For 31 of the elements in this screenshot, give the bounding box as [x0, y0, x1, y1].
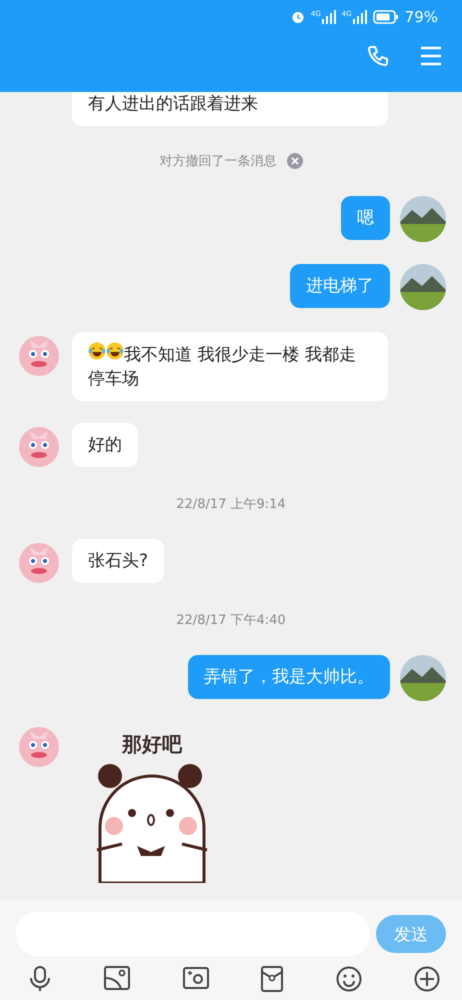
image-icon[interactable]: [104, 966, 130, 990]
avatar-image[interactable]: [400, 196, 446, 242]
message-bubble: 弄错了，我是大帅比。: [188, 655, 390, 699]
smiley-icon[interactable]: [336, 966, 362, 992]
message-bubble: 进电梯了: [290, 264, 390, 308]
plus-icon[interactable]: [414, 966, 440, 992]
camera-icon[interactable]: [182, 966, 209, 990]
close-icon[interactable]: [286, 153, 302, 169]
timestamp: 22/8/17 上午9:14: [176, 496, 286, 513]
send-button[interactable]: 发送: [376, 915, 446, 953]
menu-icon[interactable]: [420, 46, 442, 66]
phone-icon[interactable]: [366, 44, 390, 68]
message-bubble: 嗯: [341, 196, 390, 240]
laughing-face-icon: [88, 342, 106, 360]
message-bubble: 好的: [72, 423, 138, 467]
timestamp: 22/8/17 下午4:40: [176, 612, 286, 629]
message-bubble: 张石头?: [72, 539, 164, 583]
signal-icon: [322, 10, 336, 24]
laughing-face-icon: [106, 342, 124, 360]
avatar-image[interactable]: [400, 655, 446, 701]
microphone-icon[interactable]: [28, 966, 52, 992]
battery-percent: 79%: [404, 8, 438, 26]
signal-icon: [352, 10, 367, 24]
message-text: 我不知道 我很少走一楼 我都走停车场: [88, 345, 356, 389]
recall-notice: 对方撤回了一条消息: [160, 153, 276, 170]
sticker-caption: 那好吧: [122, 731, 182, 758]
avatar-image[interactable]: [400, 264, 446, 310]
envelope-icon[interactable]: [261, 966, 284, 992]
battery-icon: [372, 10, 399, 24]
message-bubble: 有人进出的话跟着进来: [72, 92, 388, 126]
alarm-icon: [290, 10, 305, 24]
